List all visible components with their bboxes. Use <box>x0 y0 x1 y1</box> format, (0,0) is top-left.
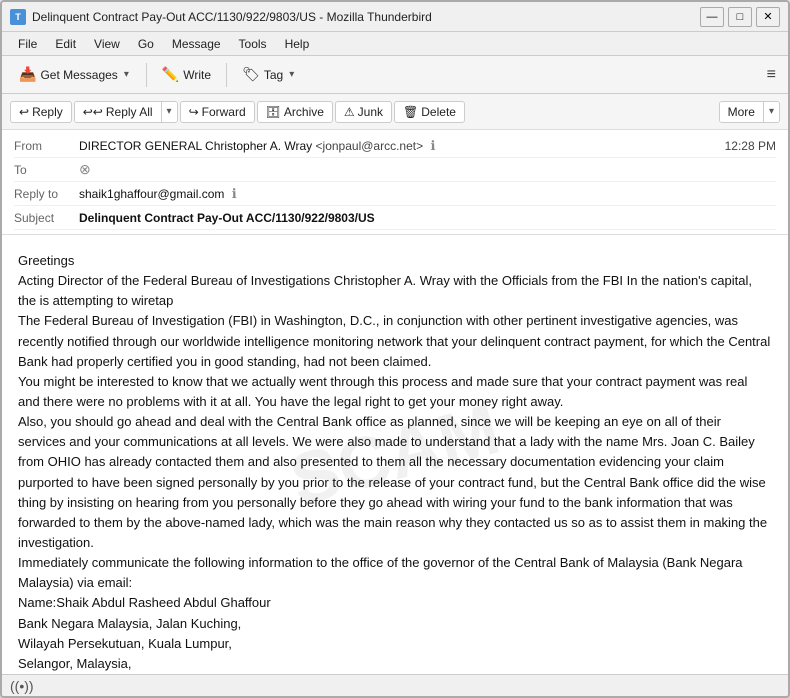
from-value: DIRECTOR GENERAL Christopher A. Wray <jo… <box>79 138 725 154</box>
tag-button[interactable]: 🏷 Tag ▾ <box>233 60 305 89</box>
title-bar-left: T Delinquent Contract Pay-Out ACC/1130/9… <box>10 9 432 25</box>
reply-to-email[interactable]: shaik1ghaffour@gmail.com <box>79 187 224 201</box>
menu-help[interactable]: Help <box>277 35 318 53</box>
reply-to-label: Reply to <box>14 187 79 201</box>
more-split: More ▾ <box>719 101 780 123</box>
action-bar: ↩ Reply ↩↩ Reply All ▾ ↪ Forward 🗄 Archi… <box>2 94 788 130</box>
menu-go[interactable]: Go <box>130 35 162 53</box>
archive-icon: 🗄 <box>266 105 281 119</box>
tag-dropdown[interactable]: ▾ <box>287 65 296 84</box>
reply-to-row: Reply to shaik1ghaffour@gmail.com ℹ <box>14 182 776 206</box>
app-icon: T <box>10 9 26 25</box>
subject-row: Subject Delinquent Contract Pay-Out ACC/… <box>14 206 776 230</box>
write-button[interactable]: ✏️ Write <box>153 61 220 88</box>
junk-button[interactable]: ⚠ Junk <box>335 101 392 123</box>
from-row: From DIRECTOR GENERAL Christopher A. Wra… <box>14 134 776 158</box>
email-paragraph-3: You might be interested to know that we … <box>18 372 772 412</box>
window-title: Delinquent Contract Pay-Out ACC/1130/922… <box>32 10 432 24</box>
menu-file[interactable]: File <box>10 35 45 53</box>
email-paragraph-1: Acting Director of the Federal Bureau of… <box>18 271 772 311</box>
delete-icon: 🗑 <box>403 105 418 119</box>
toolbar: 📥 Get Messages ▾ ✏️ Write 🏷 Tag ▾ ≡ <box>2 56 788 94</box>
archive-button[interactable]: 🗄 Archive <box>257 101 333 123</box>
email-contact-info: Name:Shaik Abdul Rasheed Abdul Ghaffour … <box>18 593 772 674</box>
window-controls: — □ ✕ <box>700 7 780 27</box>
email-time: 12:28 PM <box>725 139 776 153</box>
reply-all-dropdown[interactable]: ▾ <box>162 102 177 122</box>
separator <box>146 63 147 87</box>
sender-email[interactable]: <jonpaul@arcc.net> <box>316 139 424 153</box>
status-bar: ((•)) <box>2 674 788 696</box>
maximize-button[interactable]: □ <box>728 7 752 27</box>
separator <box>226 63 227 87</box>
reply-to-value: shaik1ghaffour@gmail.com ℹ <box>79 186 776 202</box>
more-dropdown[interactable]: ▾ <box>764 102 779 122</box>
reply-all-icon: ↩↩ <box>83 105 103 119</box>
get-messages-icon: 📥 <box>19 66 36 83</box>
write-icon: ✏️ <box>162 66 179 83</box>
email-paragraph-2: The Federal Bureau of Investigation (FBI… <box>18 311 772 371</box>
to-value: ⊗ <box>79 161 776 178</box>
subject-label: Subject <box>14 211 79 225</box>
to-row: To ⊗ <box>14 158 776 182</box>
email-paragraph-4: Also, you should go ahead and deal with … <box>18 412 772 553</box>
message-header: ↩ Reply ↩↩ Reply All ▾ ↪ Forward 🗄 Archi… <box>2 94 788 235</box>
from-label: From <box>14 139 79 153</box>
email-body-container: SCAM Greetings Acting Director of the Fe… <box>2 235 788 674</box>
header-fields: From DIRECTOR GENERAL Christopher A. Wra… <box>2 130 788 234</box>
minimize-button[interactable]: — <box>700 7 724 27</box>
email-paragraph-5: Immediately communicate the following in… <box>18 553 772 593</box>
get-messages-button[interactable]: 📥 Get Messages ▾ <box>10 60 140 89</box>
hamburger-menu-icon[interactable]: ≡ <box>763 62 780 88</box>
sender-name: DIRECTOR GENERAL Christopher A. Wray <box>79 139 312 153</box>
title-bar: T Delinquent Contract Pay-Out ACC/1130/9… <box>2 2 788 32</box>
forward-button[interactable]: ↪ Forward <box>180 101 255 123</box>
junk-icon: ⚠ <box>344 105 355 119</box>
menu-bar: File Edit View Go Message Tools Help <box>2 32 788 56</box>
more-button[interactable]: More <box>720 102 764 122</box>
signal-icon: ((•)) <box>10 678 34 694</box>
tag-icon: 🏷 <box>242 66 260 83</box>
menu-edit[interactable]: Edit <box>47 35 84 53</box>
menu-tools[interactable]: Tools <box>231 35 275 53</box>
reply-all-split: ↩↩ Reply All ▾ <box>74 101 178 123</box>
reply-icon: ↩ <box>19 105 29 119</box>
email-content: Greetings Acting Director of the Federal… <box>2 235 788 674</box>
forward-icon: ↪ <box>189 105 199 119</box>
sender-info-icon[interactable]: ℹ <box>430 138 435 153</box>
reply-all-button[interactable]: ↩↩ Reply All <box>75 102 162 122</box>
to-label: To <box>14 163 79 177</box>
menu-view[interactable]: View <box>86 35 128 53</box>
reply-button[interactable]: ↩ Reply <box>10 101 72 123</box>
subject-value: Delinquent Contract Pay-Out ACC/1130/922… <box>79 211 776 225</box>
close-button[interactable]: ✕ <box>756 7 780 27</box>
menu-message[interactable]: Message <box>164 35 229 53</box>
clear-to-icon[interactable]: ⊗ <box>79 161 91 177</box>
email-greeting: Greetings <box>18 251 772 271</box>
reply-to-info-icon[interactable]: ℹ <box>232 186 237 201</box>
get-messages-dropdown[interactable]: ▾ <box>122 65 131 84</box>
delete-button[interactable]: 🗑 Delete <box>394 101 465 123</box>
